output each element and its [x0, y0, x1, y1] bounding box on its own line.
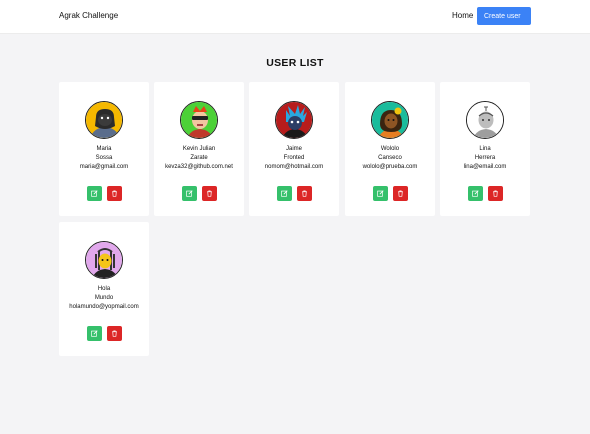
delete-user-button[interactable] — [107, 326, 122, 341]
user-last-name: Fronted — [283, 155, 305, 161]
user-last-name: Zarate — [190, 155, 208, 161]
navbar: Agrak Challenge Home Create user — [0, 0, 590, 34]
user-last-name: Sossa — [95, 155, 113, 161]
user-name: Jaime — [285, 146, 302, 152]
trash-icon — [302, 190, 307, 197]
delete-user-button[interactable] — [488, 186, 503, 201]
user-card: Maria Sossa maria@gmail.com — [59, 82, 149, 216]
user-avatar — [371, 101, 409, 139]
user-email: holamundo@yopmail.com — [69, 304, 139, 310]
edit-user-button[interactable] — [87, 186, 102, 201]
user-last-name: Canseco — [378, 155, 402, 161]
edit-icon — [91, 330, 98, 337]
user-email: lina@email.com — [463, 164, 507, 170]
user-last-name: Herrera — [474, 155, 496, 161]
user-email: wololo@prueba.com — [362, 164, 418, 170]
user-name: Maria — [96, 146, 112, 152]
nav-home-link[interactable]: Home — [452, 11, 473, 20]
edit-icon — [377, 190, 384, 197]
user-avatar — [85, 241, 123, 279]
edit-icon — [91, 190, 98, 197]
user-name: Wololo — [380, 146, 400, 152]
edit-user-button[interactable] — [87, 326, 102, 341]
trash-icon — [493, 190, 498, 197]
delete-user-button[interactable] — [393, 186, 408, 201]
page-title: USER LIST — [266, 57, 324, 69]
user-name: Hola — [97, 286, 111, 292]
edit-user-button[interactable] — [373, 186, 388, 201]
trash-icon — [207, 190, 212, 197]
user-email: nomom@hotmail.com — [264, 164, 324, 170]
edit-user-button[interactable] — [468, 186, 483, 201]
edit-user-button[interactable] — [277, 186, 292, 201]
delete-user-button[interactable] — [202, 186, 217, 201]
edit-icon — [281, 190, 288, 197]
user-avatar — [85, 101, 123, 139]
delete-user-button[interactable] — [107, 186, 122, 201]
user-avatar — [180, 101, 218, 139]
user-email: kevza32@github.com.net — [165, 164, 233, 170]
edit-user-button[interactable] — [182, 186, 197, 201]
user-avatar — [275, 101, 313, 139]
brand-title[interactable]: Agrak Challenge — [59, 11, 118, 20]
user-email: maria@gmail.com — [79, 164, 129, 170]
user-card: Jaime Fronted nomom@hotmail.com — [249, 82, 339, 216]
user-card: Hola Mundo holamundo@yopmail.com — [59, 222, 149, 356]
trash-icon — [112, 330, 117, 337]
user-name: Kevin Julian — [182, 146, 216, 152]
user-last-name: Mundo — [94, 295, 114, 301]
user-name: Lina — [479, 146, 491, 152]
trash-icon — [398, 190, 403, 197]
delete-user-button[interactable] — [297, 186, 312, 201]
user-avatar — [466, 101, 504, 139]
edit-icon — [186, 190, 193, 197]
user-card: Wololo Canseco wololo@prueba.com — [345, 82, 435, 216]
user-card: Lina Herrera lina@email.com — [440, 82, 530, 216]
user-card: Kevin Julian Zarate kevza32@github.com.n… — [154, 82, 244, 216]
edit-icon — [472, 190, 479, 197]
create-user-button[interactable]: Create user — [477, 7, 531, 25]
trash-icon — [112, 190, 117, 197]
